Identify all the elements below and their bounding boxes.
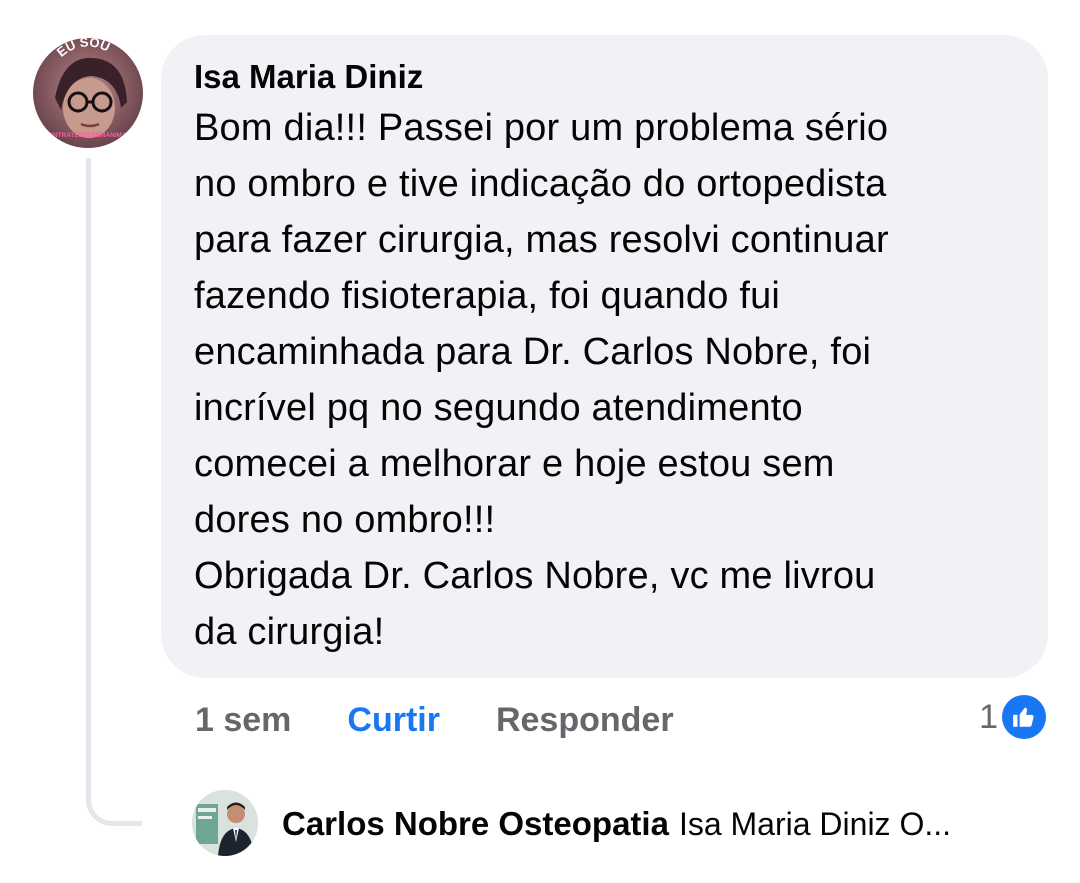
comment-bubble: Isa Maria Diniz Bom dia!!! Passei por um… [161, 35, 1048, 678]
reaction-summary[interactable]: 1 [979, 693, 1046, 741]
avatar-frame-ring-text: CONTRATESTESEMANIMAIS [43, 132, 133, 139]
svg-text:EU SOU: EU SOU [54, 38, 113, 60]
like-button[interactable]: Curtir [347, 701, 440, 740]
reply-avatar-photo [192, 790, 258, 856]
comment-timestamp[interactable]: 1 sem [195, 701, 291, 740]
reply-preview[interactable]: Carlos Nobre Osteopatia Isa Maria Diniz … [282, 800, 1042, 848]
thumbs-up-icon [1002, 695, 1046, 739]
comment-text: Bom dia!!! Passei por um problema sério … [194, 107, 889, 653]
reply-author-name[interactable]: Carlos Nobre Osteopatia [282, 805, 669, 843]
comment-actions: 1 sem Curtir Responder [195, 696, 674, 744]
thread-connector-line [86, 158, 142, 826]
reaction-count: 1 [979, 697, 998, 736]
reply-preview-text: Isa Maria Diniz O... [678, 805, 951, 842]
avatar-photo: EU SOU CONTRATESTESEMANIMAIS [33, 38, 143, 148]
comment-author-name[interactable]: Isa Maria Diniz [194, 55, 1015, 99]
reply-button[interactable]: Responder [496, 701, 674, 740]
reply-author-avatar[interactable] [192, 790, 258, 856]
commenter-avatar[interactable]: EU SOU CONTRATESTESEMANIMAIS [33, 38, 143, 148]
comment-thread: EU SOU CONTRATESTESEMANIMAIS Isa Maria D… [0, 0, 1080, 883]
avatar-frame-text: EU SOU [54, 38, 113, 60]
